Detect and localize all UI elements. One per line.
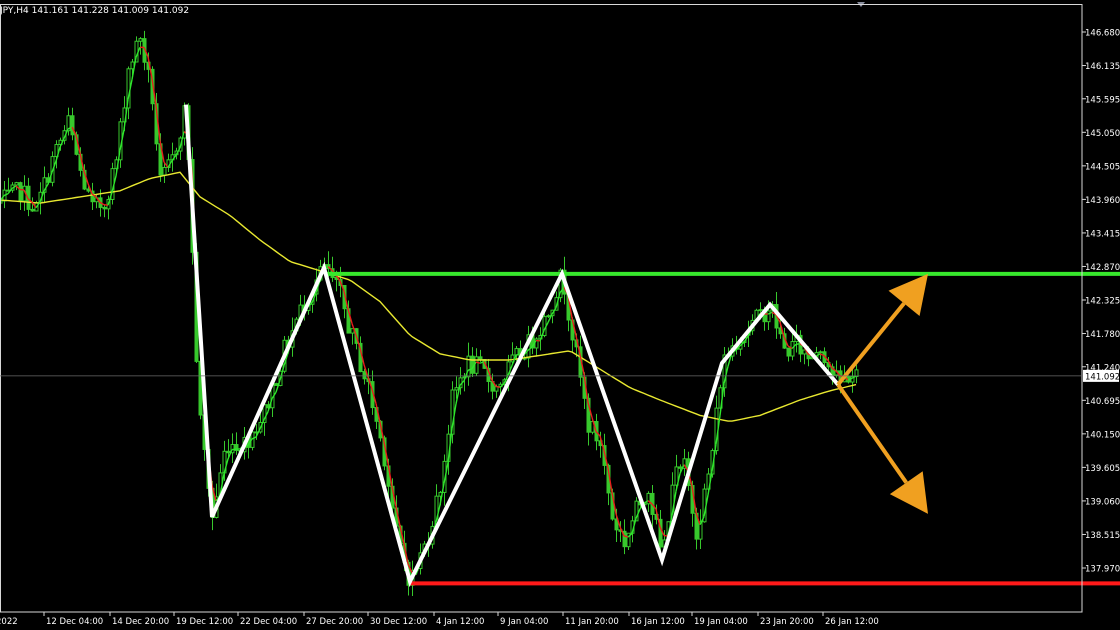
time-label: 16 Jan 12:00 [631, 617, 685, 627]
current-price-label: 141.092 [1085, 372, 1120, 382]
candle [698, 509, 703, 550]
candles-layer [0, 30, 859, 596]
time-label: 26 Jan 12:00 [825, 617, 879, 627]
time-label: 22 Dec 04:00 [240, 617, 297, 627]
price-label: 140.150 [1085, 430, 1120, 440]
price-label: 143.415 [1085, 229, 1120, 239]
time-label: 23 Jan 20:00 [760, 617, 814, 627]
time-axis: 2022 12 Dec 04:00 14 Dec 20:00 19 Dec 12:00… [0, 612, 879, 627]
candle [786, 347, 791, 362]
price-label: 138.515 [1085, 531, 1120, 541]
price-label: 145.050 [1085, 129, 1120, 139]
candle [42, 166, 47, 203]
candle [6, 177, 11, 192]
candle [234, 432, 239, 455]
candle [350, 328, 355, 345]
projection-arrows-layer [836, 273, 928, 514]
candle [274, 382, 279, 386]
time-label: 30 Dec 12:00 [370, 617, 427, 627]
candle [18, 181, 23, 211]
candle [230, 433, 235, 463]
moving-average-line [0, 171, 857, 422]
candle [70, 107, 75, 141]
signal-segment [275, 379, 281, 393]
price-chart[interactable]: 146.680 146.135 145.595 145.050 144.505 143.9… [0, 0, 1120, 630]
price-label: 139.605 [1085, 464, 1120, 474]
projection-arrow-down[interactable] [836, 383, 928, 514]
time-label: 19 Dec 12:00 [176, 617, 233, 627]
time-label: 9 Jan 04:00 [500, 617, 548, 627]
moving-average-layer [0, 171, 857, 422]
candle [102, 204, 107, 218]
candle [850, 367, 855, 393]
signal-line-layer [0, 46, 857, 576]
price-label: 141.780 [1085, 330, 1120, 340]
candle [138, 37, 143, 55]
time-label: 27 Dec 20:00 [306, 617, 363, 627]
chart-window[interactable]: JPY,H4 141.161 141.228 141.009 141.092 1… [0, 0, 1120, 630]
signal-segment [495, 385, 501, 389]
price-label: 145.595 [1085, 95, 1120, 105]
candle [798, 330, 803, 363]
price-label: 137.970 [1085, 565, 1120, 575]
time-label: 14 Dec 20:00 [112, 617, 169, 627]
candle [682, 449, 687, 476]
candle [470, 347, 475, 377]
candle [466, 342, 471, 386]
candle [802, 349, 807, 365]
price-label: 140.695 [1085, 397, 1120, 407]
candle [546, 314, 551, 319]
price-axis: 146.680 146.135 145.595 145.050 144.505 143.9… [1082, 29, 1120, 575]
candle [166, 153, 171, 173]
time-label: 19 Jan 04:00 [694, 617, 748, 627]
projection-arrow-up[interactable] [836, 273, 928, 386]
horizontal-levels-layer [325, 271, 1120, 586]
signal-segment [795, 342, 801, 346]
time-label: 4 Jan 12:00 [436, 617, 484, 627]
candle [834, 360, 839, 378]
price-label: 142.325 [1085, 297, 1120, 307]
time-label: 11 Jan 20:00 [565, 617, 619, 627]
candle [170, 142, 175, 172]
time-label: 12 Dec 04:00 [46, 617, 103, 627]
price-label: 146.135 [1085, 62, 1120, 72]
price-label: 139.060 [1085, 497, 1120, 507]
price-label: 144.505 [1085, 162, 1120, 172]
time-label: 2022 [0, 617, 18, 627]
candle [854, 364, 859, 384]
price-label: 142.870 [1085, 263, 1120, 273]
price-label: 143.960 [1085, 196, 1120, 206]
current-price-badge: 141.092 [1083, 369, 1120, 382]
price-label: 146.680 [1085, 29, 1120, 39]
candle [90, 182, 95, 211]
